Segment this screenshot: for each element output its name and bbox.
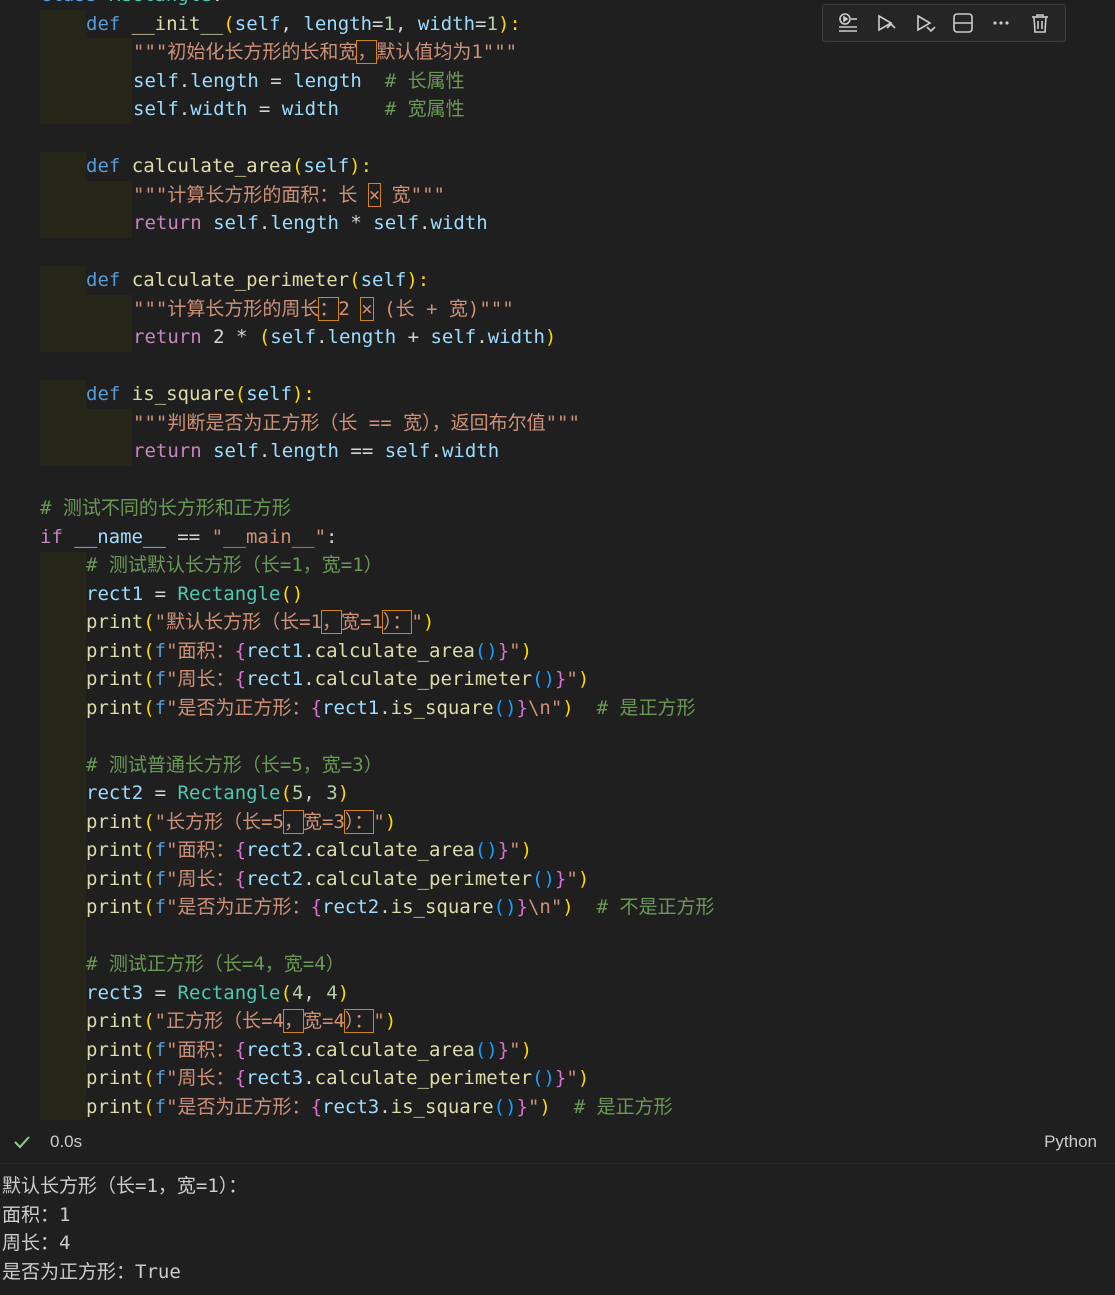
code-line: rect2 = Rectangle(5, 3) (86, 782, 350, 804)
indent-guide (86, 409, 132, 466)
code-line: print(f"是否为正方形：{rect2.is_square()}\n") #… (86, 896, 715, 918)
code-line: def __init__(self, length=1, width=1): (86, 13, 521, 35)
code-line: if __name__ == "__main__": (40, 526, 338, 548)
cell-status-bar: 0.0s Python (0, 1125, 1115, 1161)
code-line: # 测试普通长方形（长=5，宽=3） (86, 754, 383, 776)
more-actions-button[interactable] (986, 8, 1016, 38)
indent-guide (40, 380, 86, 466)
split-cell-button[interactable] (948, 8, 978, 38)
code-line: print("长方形（长=5，宽=3）：") (86, 810, 397, 834)
code-line: """计算长方形的周长：2 × (长 + 宽)""" (133, 297, 514, 321)
indent-guide (86, 38, 132, 124)
code-line: print(f"是否为正方形：{rect1.is_square()}\n") #… (86, 697, 696, 719)
code-editor[interactable]: class Rectangle: def __init__(self, leng… (0, 0, 1115, 1125)
output-line: 面积：1 (2, 1203, 71, 1226)
code-line: return self.length * self.width (133, 212, 488, 234)
code-line: self.length = length # 长属性 (133, 70, 465, 92)
indent-guide (86, 295, 132, 352)
code-line: """判断是否为正方形（长 == 宽），返回布尔值""" (133, 412, 580, 434)
code-line: return self.length == self.width (133, 440, 500, 462)
run-by-line-icon (839, 13, 858, 32)
code-line: def calculate_perimeter(self): (86, 269, 430, 291)
code-line: return 2 * (self.length + self.width) (133, 326, 557, 348)
code-line: print(f"面积：{rect1.calculate_area()}") (86, 640, 533, 662)
indent-guide (40, 552, 86, 1120)
code-line: """初始化长方形的长和宽，默认值均为1""" (133, 40, 518, 64)
code-line: # 测试不同的长方形和正方形 (40, 497, 291, 519)
delete-cell-button[interactable] (1025, 8, 1055, 38)
code-line: print("默认长方形（长=1，宽=1）：") (86, 610, 435, 634)
code-line: print(f"周长：{rect3.calculate_perimeter()}… (86, 1067, 590, 1089)
notebook-cell[interactable]: class Rectangle: def __init__(self, leng… (0, 0, 1115, 1163)
code-line: self.width = width # 宽属性 (133, 98, 465, 120)
indent-guide (40, 152, 86, 238)
run-by-line-button[interactable] (833, 8, 863, 38)
code-line: print(f"是否为正方形：{rect3.is_square()}") # 是… (86, 1096, 673, 1118)
code-line: def is_square(self): (86, 383, 315, 405)
cell-toolbar (822, 4, 1066, 42)
code-line: def calculate_area(self): (86, 155, 373, 177)
code-line: rect3 = Rectangle(4, 4) (86, 982, 350, 1004)
output-divider (0, 1163, 1115, 1164)
output-line: 默认长方形（长=1，宽=1）： (2, 1175, 248, 1197)
cell-output: 默认长方形（长=1，宽=1）： 面积：1 周长：4 是否为正方形：True (0, 1172, 1115, 1286)
output-line: 是否为正方形：True (2, 1260, 181, 1283)
cell-language[interactable]: Python (1044, 1132, 1097, 1152)
indent-guide (40, 10, 86, 124)
code-line: """计算长方形的面积：长 × 宽""" (133, 183, 445, 207)
code-line: print(f"面积：{rect2.calculate_area()}") (86, 839, 533, 861)
code-line: class Rectangle: (40, 0, 223, 10)
indent-guide (40, 266, 86, 352)
output-line: 周长：4 (2, 1232, 71, 1254)
code-line: # 测试默认长方形（长=1，宽=1） (86, 554, 383, 576)
code-line: # 测试正方形（长=4，宽=4） (86, 953, 345, 975)
more-icon (993, 21, 1010, 25)
execute-below-icon (917, 14, 936, 33)
execute-above-button[interactable] (871, 8, 901, 38)
success-check-icon (14, 1136, 30, 1149)
trash-icon (1031, 14, 1048, 33)
code-line: print(f"面积：{rect3.calculate_area()}") (86, 1039, 533, 1061)
code-line: rect1 = Rectangle() (86, 583, 304, 605)
indent-guide (86, 181, 132, 238)
execute-below-button[interactable] (910, 8, 940, 38)
code-line: print(f"周长：{rect2.calculate_perimeter()}… (86, 868, 590, 890)
code-line: print(f"周长：{rect1.calculate_perimeter()}… (86, 668, 590, 690)
split-cell-icon (953, 13, 973, 33)
execution-time: 0.0s (50, 1132, 83, 1151)
code-line: print("正方形（长=4，宽=4）：") (86, 1009, 397, 1033)
execute-above-icon (878, 14, 897, 32)
